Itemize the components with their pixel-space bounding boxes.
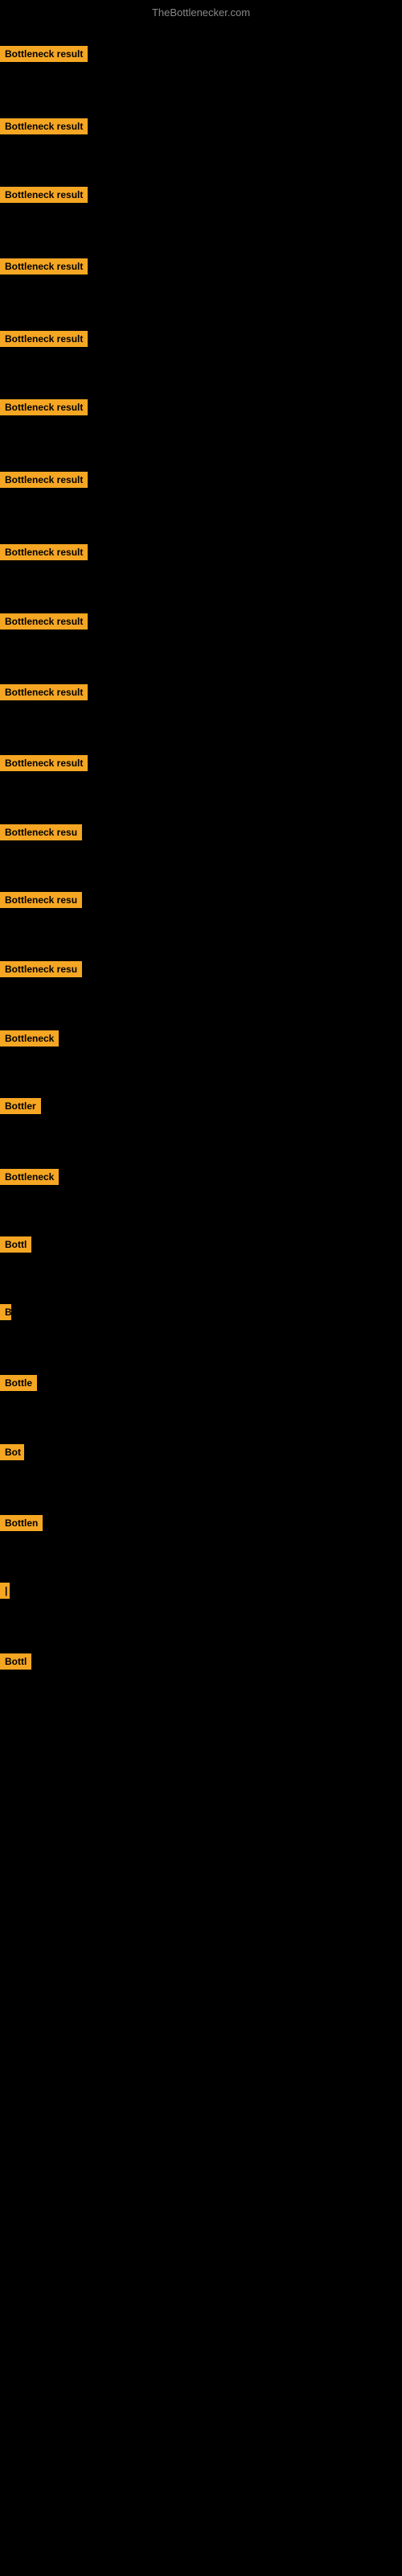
bottleneck-result-label: Bottleneck result: [0, 472, 88, 488]
bottleneck-result-label: Bot: [0, 1444, 24, 1460]
bottleneck-result-label: Bottleneck result: [0, 755, 88, 771]
bottleneck-result-label: Bottlen: [0, 1515, 43, 1531]
bottleneck-result-label: Bottleneck resu: [0, 961, 82, 977]
bottleneck-result-label: Bottleneck result: [0, 46, 88, 62]
bottleneck-result-label: Bottle: [0, 1375, 37, 1391]
bottleneck-result-label: Bottleneck result: [0, 399, 88, 415]
bottleneck-result-label: |: [0, 1583, 10, 1599]
bottleneck-result-label: B: [0, 1304, 11, 1320]
bottleneck-result-label: Bottleneck result: [0, 331, 88, 347]
bottleneck-result-label: Bottleneck resu: [0, 824, 82, 840]
bottleneck-result-label: Bottleneck result: [0, 544, 88, 560]
bottleneck-result-label: Bottl: [0, 1653, 31, 1670]
bottleneck-result-label: Bottleneck result: [0, 258, 88, 275]
bottleneck-result-label: Bottleneck result: [0, 187, 88, 203]
bottleneck-result-label: Bottl: [0, 1236, 31, 1253]
bottleneck-result-label: Bottler: [0, 1098, 41, 1114]
bottleneck-result-label: Bottleneck result: [0, 684, 88, 700]
site-title: TheBottlenecker.com: [0, 6, 402, 19]
bottleneck-result-label: Bottleneck result: [0, 613, 88, 630]
bottleneck-result-label: Bottleneck result: [0, 118, 88, 134]
bottleneck-result-label: Bottleneck: [0, 1030, 59, 1046]
bottleneck-result-label: Bottleneck: [0, 1169, 59, 1185]
bottleneck-result-label: Bottleneck resu: [0, 892, 82, 908]
